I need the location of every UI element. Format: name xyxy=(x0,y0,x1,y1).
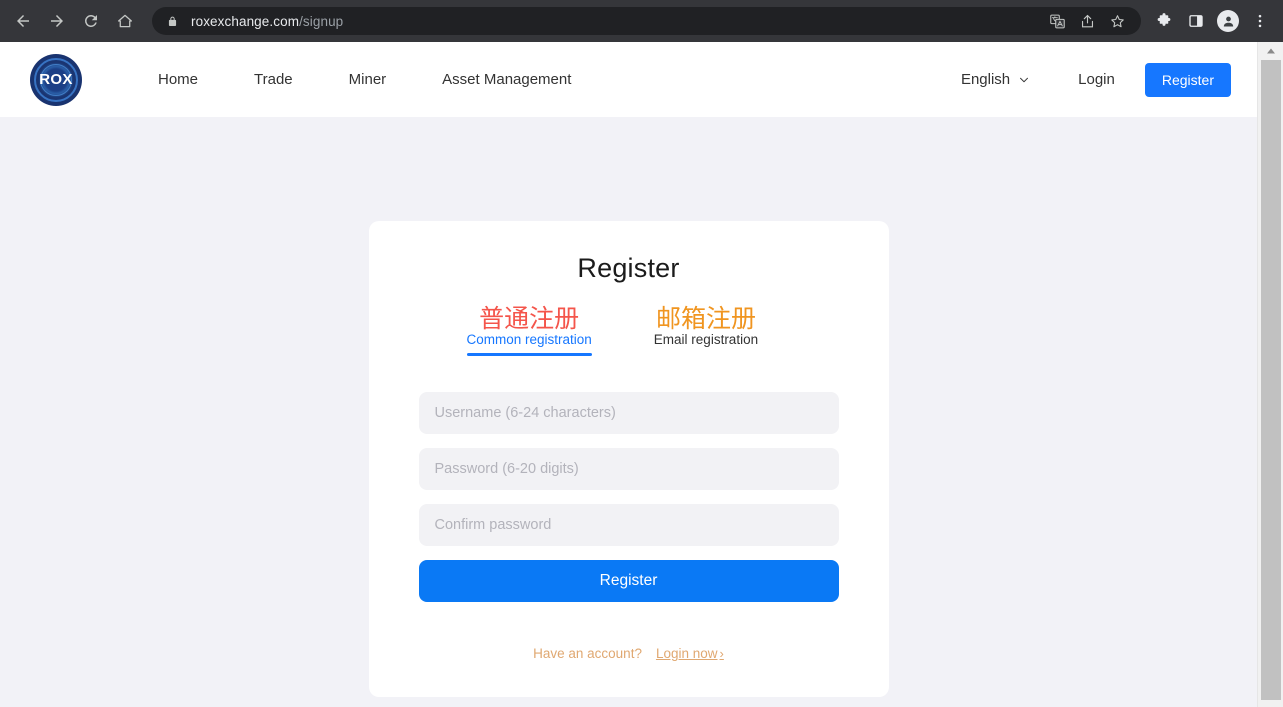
profile-avatar-icon[interactable] xyxy=(1213,6,1243,36)
logo-text: ROX xyxy=(39,71,73,88)
chevron-down-icon xyxy=(1020,77,1029,82)
confirm-password-input[interactable] xyxy=(418,504,839,547)
tab-email-label-en: Email registration xyxy=(653,332,759,348)
chevron-right-icon: › xyxy=(719,646,724,662)
register-header-button[interactable]: Register xyxy=(1144,62,1231,97)
username-input[interactable] xyxy=(418,392,839,435)
tab-email-label-cn: 邮箱注册 xyxy=(655,305,756,333)
back-button[interactable] xyxy=(8,6,38,36)
nav-item-miner[interactable]: Miner xyxy=(321,71,415,88)
reload-icon xyxy=(84,14,97,27)
main-nav: Home Trade Miner Asset Management xyxy=(130,71,599,88)
card-footer: Have an account? Login now › xyxy=(419,646,839,661)
register-submit-button[interactable]: Register xyxy=(418,560,839,603)
forward-button[interactable] xyxy=(42,6,72,36)
home-icon xyxy=(117,14,133,28)
nav-item-asset-management[interactable]: Asset Management xyxy=(414,71,599,88)
language-selector[interactable]: English xyxy=(961,71,1030,88)
browser-toolbar: roxexchange.com/signup xyxy=(0,0,1283,42)
register-card: Register 普通注册 Common registration 邮箱注册 E… xyxy=(368,221,889,697)
page-scrollbar[interactable] xyxy=(1257,42,1283,707)
registration-tabs: 普通注册 Common registration 邮箱注册 Email regi… xyxy=(419,305,839,357)
have-account-text: Have an account? xyxy=(533,646,642,662)
web-page: ROX Home Trade Miner Asset Management En… xyxy=(0,42,1257,707)
tab-common-registration[interactable]: 普通注册 Common registration xyxy=(466,305,592,357)
tab-common-label-en: Common registration xyxy=(466,332,592,348)
tab-common-label-cn: 普通注册 xyxy=(479,305,580,333)
lock-icon xyxy=(166,15,179,28)
tab-email-registration[interactable]: 邮箱注册 Email registration xyxy=(654,306,758,356)
site-logo[interactable]: ROX xyxy=(30,53,82,106)
page-viewport: ROX Home Trade Miner Asset Management En… xyxy=(0,42,1283,707)
password-input[interactable] xyxy=(418,448,839,491)
registration-form: Register xyxy=(418,392,839,603)
address-bar[interactable]: roxexchange.com/signup xyxy=(152,7,1141,35)
side-panel-icon[interactable] xyxy=(1181,6,1211,36)
share-icon[interactable] xyxy=(1073,7,1101,35)
scrollbar-thumb[interactable] xyxy=(1261,60,1281,700)
header-right: English Login Register xyxy=(961,62,1231,97)
browser-menu-icon[interactable] xyxy=(1245,6,1275,36)
site-header: ROX Home Trade Miner Asset Management En… xyxy=(0,42,1257,117)
browser-toolbar-right xyxy=(1149,6,1275,36)
scroll-up-button[interactable] xyxy=(1258,42,1283,60)
extensions-puzzle-icon[interactable] xyxy=(1149,6,1179,36)
translate-icon[interactable] xyxy=(1043,7,1071,35)
page-title: Register xyxy=(577,253,680,283)
login-now-label: Login now xyxy=(655,646,718,662)
nav-item-trade[interactable]: Trade xyxy=(226,71,321,88)
main-content: Register 普通注册 Common registration 邮箱注册 E… xyxy=(0,117,1257,697)
reload-button[interactable] xyxy=(76,6,106,36)
home-button[interactable] xyxy=(110,6,140,36)
scroll-up-arrow-icon xyxy=(1266,48,1275,54)
tab-active-underline xyxy=(466,353,592,357)
bookmark-star-icon[interactable] xyxy=(1103,7,1131,35)
url-path: /signup xyxy=(299,13,344,29)
url-text: roxexchange.com/signup xyxy=(191,14,1043,29)
login-link[interactable]: Login xyxy=(1078,71,1115,88)
nav-item-home[interactable]: Home xyxy=(130,71,226,88)
language-label: English xyxy=(960,71,1011,88)
url-domain: roxexchange.com xyxy=(191,13,300,29)
login-now-link[interactable]: Login now › xyxy=(656,646,724,661)
omnibox-actions xyxy=(1043,7,1131,35)
avatar xyxy=(1217,10,1239,32)
back-arrow-icon xyxy=(17,15,29,27)
forward-arrow-icon xyxy=(51,15,63,27)
